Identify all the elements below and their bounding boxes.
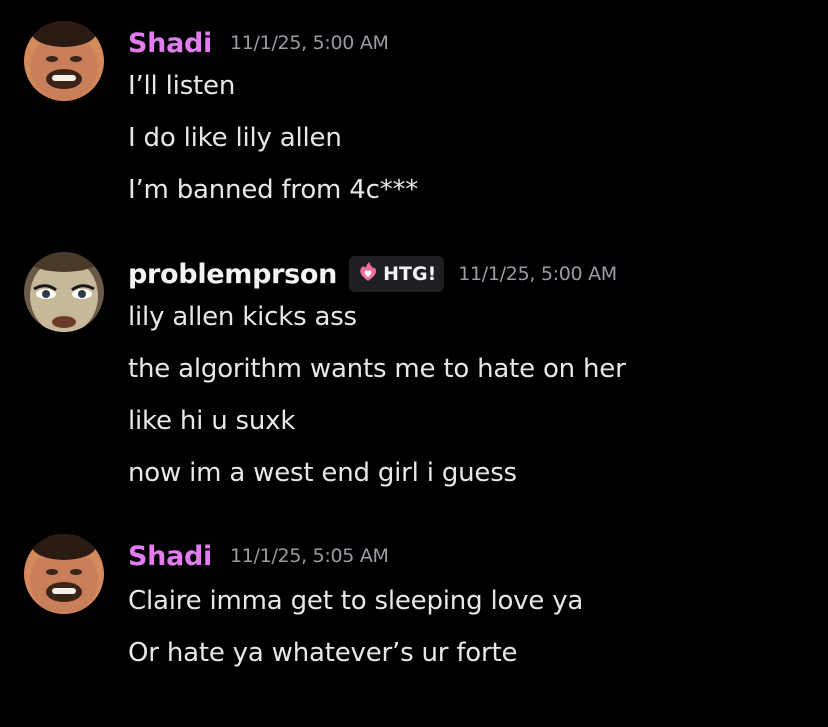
avatar[interactable] bbox=[24, 252, 104, 332]
shadi-avatar-image bbox=[24, 534, 104, 614]
message-text: I’m banned from 4c*** bbox=[128, 175, 419, 205]
flame-heart-icon bbox=[357, 261, 379, 287]
avatar[interactable] bbox=[24, 21, 104, 101]
message-text: Claire imma get to sleeping love ya bbox=[128, 586, 584, 616]
guild-tag[interactable]: HTG! bbox=[349, 256, 445, 292]
avatar[interactable] bbox=[24, 534, 104, 614]
problemprson-avatar-image bbox=[24, 252, 104, 332]
message-text: the algorithm wants me to hate on her bbox=[128, 354, 626, 384]
message-text: I’ll listen bbox=[128, 71, 236, 101]
timestamp[interactable]: 11/1/25, 5:00 AM bbox=[458, 263, 617, 285]
message-header: Shadi 11/1/25, 5:05 AM bbox=[128, 538, 389, 574]
message-text: I do like lily allen bbox=[128, 123, 342, 153]
guild-tag-label: HTG! bbox=[383, 263, 437, 285]
message-header: problemprson HTG! 11/1/25, 5:00 AM bbox=[128, 256, 617, 292]
message-text: like hi u suxk bbox=[128, 406, 296, 436]
username[interactable]: Shadi bbox=[128, 541, 212, 572]
timestamp[interactable]: 11/1/25, 5:00 AM bbox=[230, 32, 389, 54]
message-header: Shadi 11/1/25, 5:00 AM bbox=[128, 25, 389, 61]
message-text: lily allen kicks ass bbox=[128, 302, 357, 332]
message-text: now im a west end girl i guess bbox=[128, 458, 517, 488]
message-text: Or hate ya whatever’s ur forte bbox=[128, 638, 518, 668]
username[interactable]: Shadi bbox=[128, 28, 212, 59]
shadi-avatar-image bbox=[24, 21, 104, 101]
timestamp[interactable]: 11/1/25, 5:05 AM bbox=[230, 545, 389, 567]
username[interactable]: problemprson bbox=[128, 259, 337, 290]
